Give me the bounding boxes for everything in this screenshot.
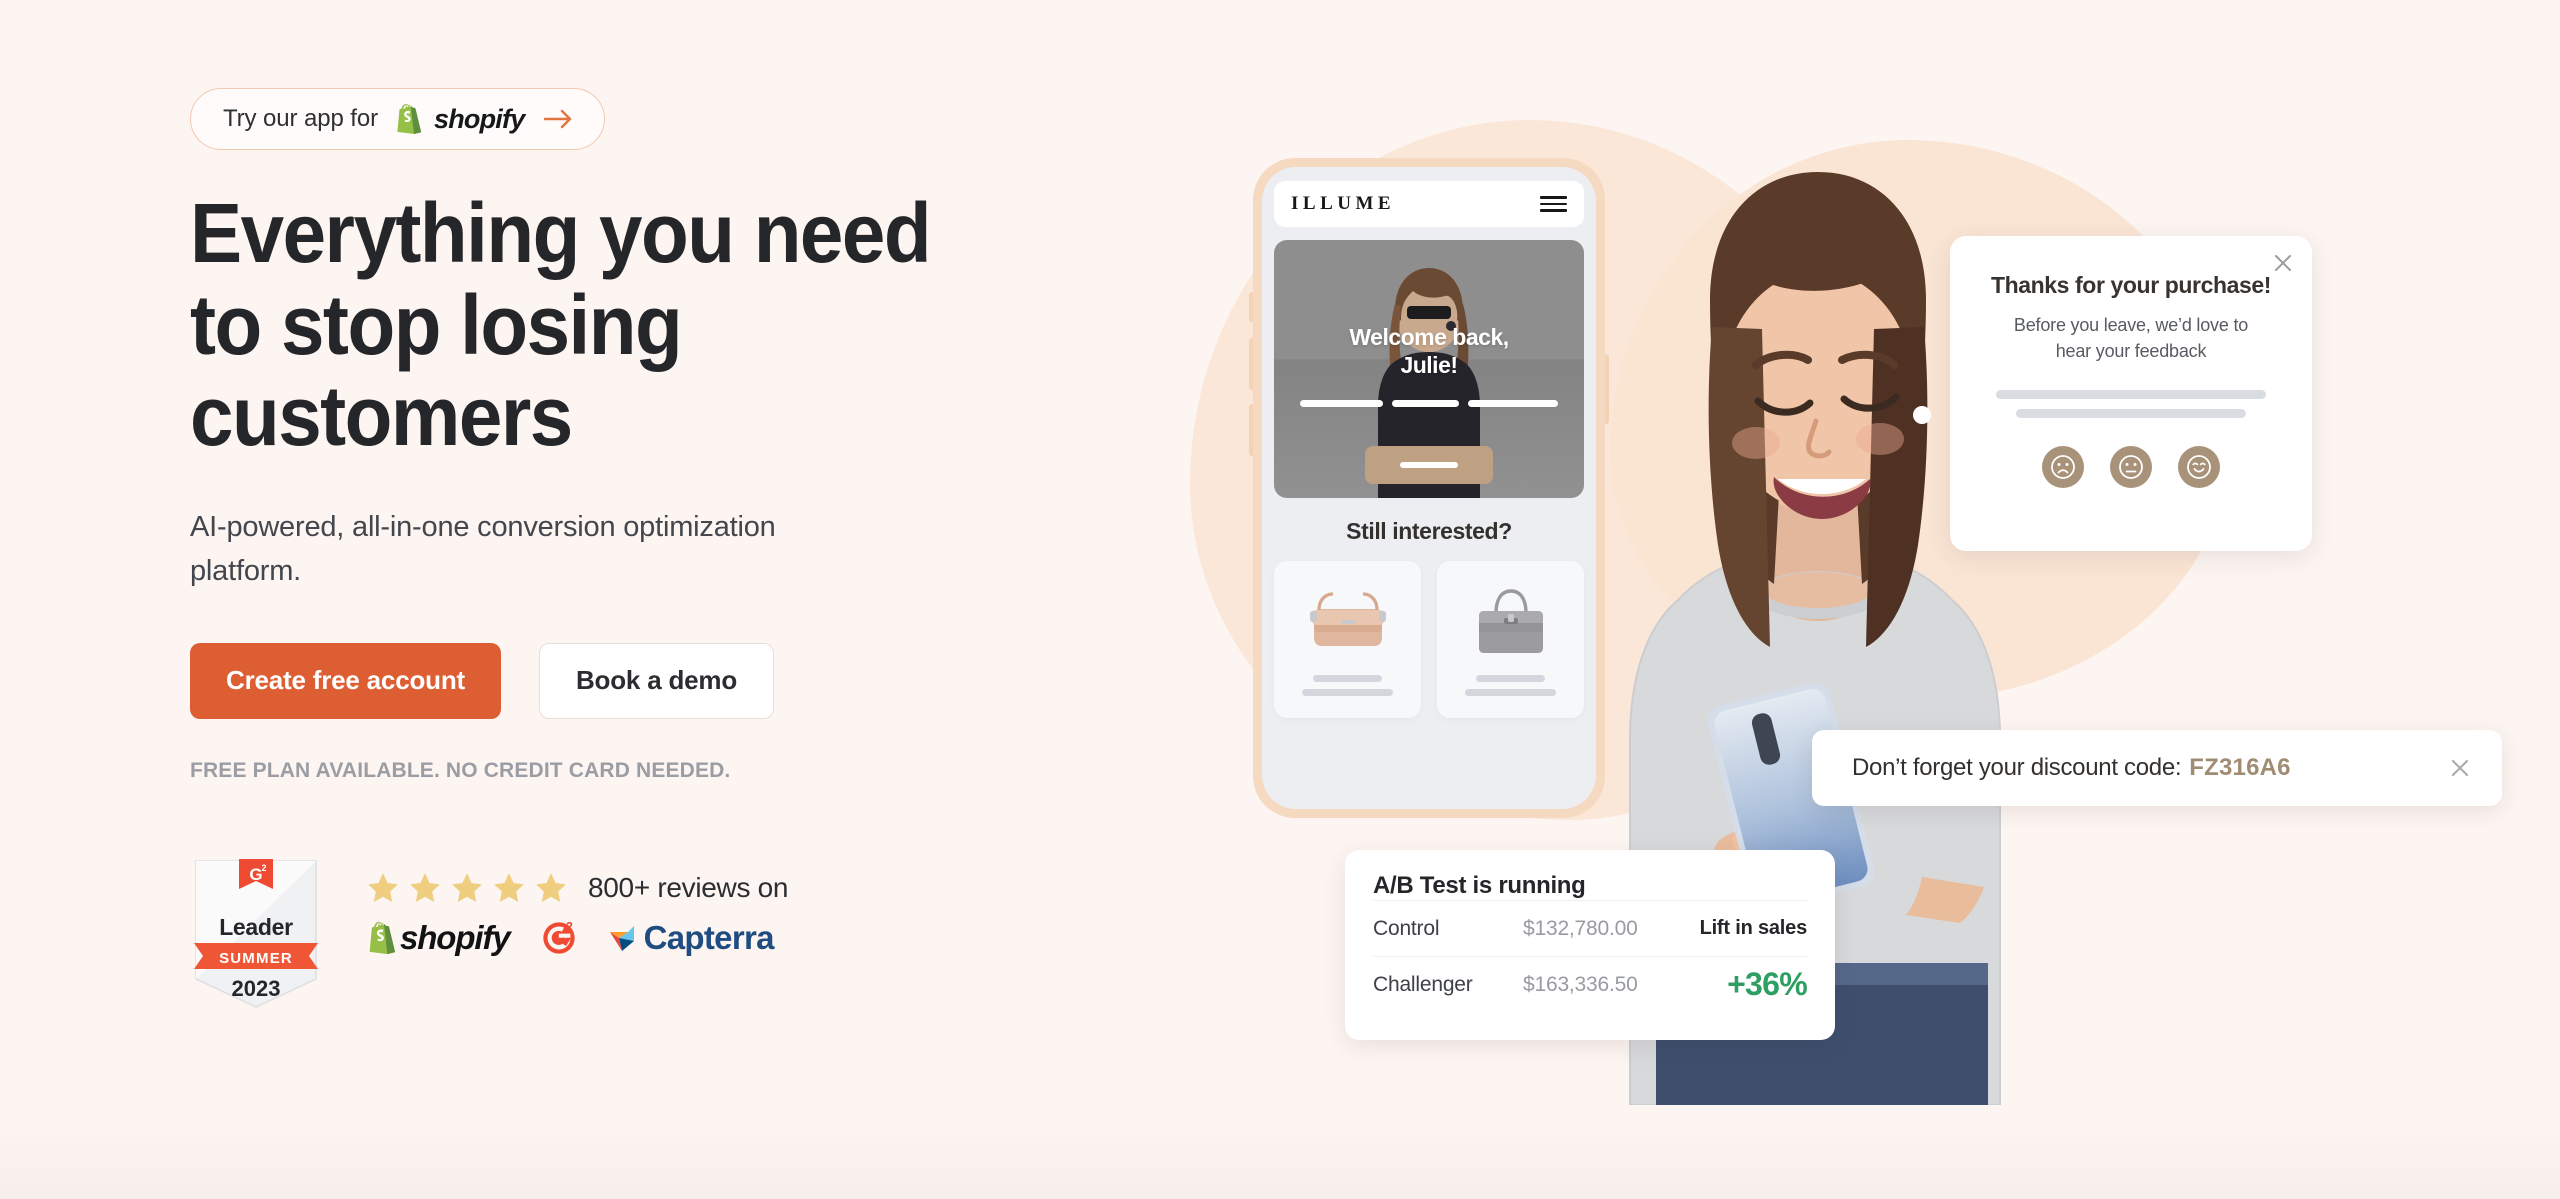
close-icon[interactable]	[2448, 756, 2472, 780]
feedback-title: Thanks for your purchase!	[1990, 272, 2272, 298]
svg-text:2: 2	[261, 863, 266, 873]
star-icon	[452, 873, 482, 902]
book-a-demo-button[interactable]: Book a demo	[538, 642, 775, 719]
capterra-logo-label: Capterra	[643, 918, 775, 956]
ab-test-card: A/B Test is running Control $132,780.00 …	[1345, 850, 1835, 1040]
reviews-line: 800+ reviews on	[366, 871, 788, 905]
feedback-rating-row	[1978, 446, 2284, 489]
capterra-logo[interactable]: Capterra	[608, 919, 774, 957]
ab-row-label: Control	[1373, 916, 1440, 940]
hero-greeting: Welcome back, Julie!	[1274, 324, 1584, 379]
social-proof-row: G 2 Leader SUMMER 2023 800+ reviews on s…	[190, 855, 1150, 1010]
feedback-popup-card: Thanks for your purchase! Before you lea…	[1950, 236, 2312, 551]
arrow-right-icon	[544, 109, 572, 129]
hero-section: Try our app for shopify Everything you n…	[0, 0, 2560, 1199]
cta-button-row: Create free account Book a demo	[190, 642, 1150, 719]
shopify-bag-icon	[397, 104, 422, 134]
discount-code-value: FZ316A6	[2189, 754, 2291, 781]
hero-greeting-line2: Julie!	[1400, 351, 1458, 378]
hero-cta-button[interactable]	[1365, 446, 1493, 484]
shopify-bag-icon	[369, 921, 396, 954]
star-rating	[366, 871, 568, 905]
shopify-app-promo-pill[interactable]: Try our app for shopify	[190, 88, 606, 150]
capterra-mark-icon	[609, 925, 634, 951]
shopify-logo[interactable]: shopify	[366, 918, 511, 957]
ab-test-title: A/B Test is running	[1373, 872, 1586, 899]
close-icon[interactable]	[2272, 252, 2294, 274]
ab-lift-label: Lift in sales	[1699, 917, 1808, 939]
hero-greeting-line1: Welcome back,	[1349, 324, 1509, 350]
star-icon	[368, 873, 398, 902]
store-logo-label: ILLUME	[1291, 193, 1396, 214]
sad-face-icon[interactable]	[2042, 446, 2084, 489]
svg-text:Leader: Leader	[219, 914, 293, 940]
discount-toast-text: Don’t forget your discount code:	[1852, 754, 2182, 781]
phone-side-button	[1249, 404, 1253, 456]
feedback-subtitle: Before you leave, we’d love to hear your…	[1978, 313, 2284, 364]
discount-code-toast: Don’t forget your discount code: FZ316A6	[1812, 730, 2502, 806]
store-hero-banner: Welcome back, Julie!	[1274, 240, 1584, 498]
neutral-face-icon[interactable]	[2110, 446, 2152, 489]
create-free-account-button[interactable]: Create free account	[190, 642, 501, 719]
g2-logo-icon[interactable]: 2	[540, 919, 578, 957]
feedback-subtitle-line1: Before you leave, we’d love to	[2013, 315, 2249, 335]
ab-row-value: $132,780.00	[1523, 916, 1638, 940]
hero-subheadline: AI-powered, all-in-one conversion optimi…	[190, 510, 776, 587]
hero-placeholder-bars	[1300, 400, 1558, 407]
ab-row-label: Challenger	[1373, 972, 1473, 996]
g2-leader-badge: G 2 Leader SUMMER 2023	[190, 855, 322, 1010]
page-title: Everything you need to stop losing custo…	[190, 186, 932, 464]
feedback-placeholder-lines	[1978, 390, 2284, 419]
product-grid	[1274, 561, 1584, 718]
review-platform-logos: shopify 2 Capterra	[366, 919, 788, 957]
store-header-bar: ILLUME	[1274, 181, 1584, 227]
svg-text:SUMMER: SUMMER	[219, 950, 293, 967]
phone-mockup: ILLUME Welcome back, Julie! Still intere…	[1249, 158, 1609, 818]
hero-left-column: Try our app for shopify Everything you n…	[190, 88, 1150, 1010]
pricing-fineprint: FREE PLAN AVAILABLE. NO CREDIT CARD NEED…	[190, 758, 731, 782]
product-placeholder-lines	[1286, 675, 1409, 696]
shopify-logo-label: shopify	[400, 918, 511, 956]
product-placeholder-lines	[1449, 675, 1572, 696]
star-icon	[494, 873, 524, 902]
reviews-block: 800+ reviews on shopify 2 Capterra	[366, 855, 788, 957]
ab-row-value: $163,336.50	[1523, 972, 1638, 996]
ab-lift-value: +36%	[1727, 966, 1808, 1002]
ab-test-row: Challenger $163,336.50 +36%	[1373, 956, 1808, 1012]
star-icon	[410, 873, 440, 902]
phone-screen: ILLUME Welcome back, Julie! Still intere…	[1262, 167, 1596, 809]
promo-pill-label: Try our app for	[223, 105, 379, 132]
hero-visual: ILLUME Welcome back, Julie! Still intere…	[1140, 0, 2560, 1199]
promo-pill-brand: shopify	[434, 103, 525, 134]
feedback-subtitle-line2: hear your feedback	[2055, 340, 2207, 361]
phone-side-button	[1249, 292, 1253, 322]
reviews-count-label: 800+ reviews on	[588, 871, 789, 903]
grey-tote-bag-icon	[1471, 575, 1551, 665]
svg-text:2023: 2023	[232, 976, 281, 1001]
happy-face-icon[interactable]	[2178, 446, 2220, 489]
ab-test-row: Control $132,780.00 Lift in sales	[1373, 900, 1807, 956]
product-card[interactable]	[1274, 561, 1421, 718]
star-icon	[536, 873, 566, 902]
blush-crossbody-bag-icon	[1307, 575, 1389, 665]
still-interested-title: Still interested?	[1346, 518, 1512, 544]
phone-side-button	[1249, 338, 1253, 390]
svg-text:2: 2	[566, 919, 573, 933]
